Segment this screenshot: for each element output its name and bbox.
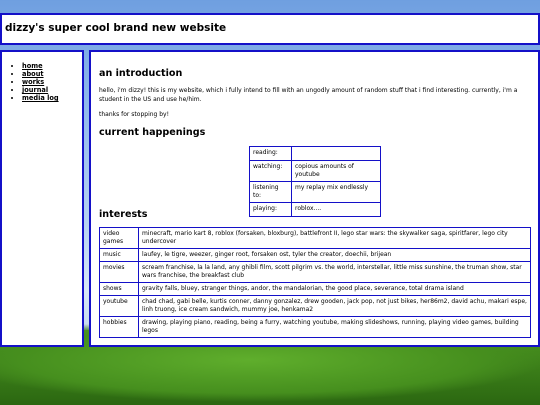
nav-item-works: works — [22, 78, 59, 86]
current-value-listening: my replay mix endlessly — [291, 181, 381, 203]
current-key-reading: reading: — [249, 146, 292, 161]
interest-items: drawing, playing piano, reading, being a… — [138, 316, 531, 338]
table-row: reading: — [249, 146, 381, 161]
table-row: movies scream franchise, la la land, any… — [99, 261, 531, 283]
interest-category: video games — [99, 227, 139, 249]
nav-item-media-log: media log — [22, 94, 59, 102]
interest-category: music — [99, 248, 139, 262]
table-row: video games minecraft, mario kart 8, rob… — [99, 227, 531, 249]
intro-heading: an introduction — [99, 68, 183, 79]
interest-items: gravity falls, bluey, stranger things, a… — [138, 282, 531, 296]
interest-items: minecraft, mario kart 8, roblox (forsake… — [138, 227, 531, 249]
table-row: music laufey, le tigre, weezer, ginger r… — [99, 248, 531, 262]
current-happenings-table: reading: watching: copious amounts of yo… — [249, 146, 381, 217]
site-title: dizzy's super cool brand new website — [5, 22, 227, 34]
current-value-reading — [291, 146, 381, 161]
nav-link-journal[interactable]: journal — [22, 86, 48, 94]
site-header: dizzy's super cool brand new website — [0, 13, 540, 45]
intro-thanks: thanks for stopping by! — [99, 111, 170, 118]
sidebar: home about works journal media log — [0, 50, 84, 347]
interest-items: laufey, le tigre, weezer, ginger root, f… — [138, 248, 531, 262]
nav-item-home: home — [22, 62, 59, 70]
interest-category: hobbies — [99, 316, 139, 338]
nav-item-about: about — [22, 70, 59, 78]
table-row: listening to: my replay mix endlessly — [249, 181, 381, 203]
interests-table: video games minecraft, mario kart 8, rob… — [99, 227, 531, 338]
interest-category: movies — [99, 261, 139, 283]
nav-item-journal: journal — [22, 86, 59, 94]
current-key-listening: listening to: — [249, 181, 292, 203]
table-row: playing: roblox.... — [249, 202, 381, 217]
current-key-watching: watching: — [249, 160, 292, 182]
nav-list: home about works journal media log — [2, 62, 59, 102]
interest-items: scream franchise, la la land, any ghibli… — [138, 261, 531, 283]
interests-heading: interests — [99, 209, 148, 220]
nav-link-works[interactable]: works — [22, 78, 44, 86]
table-row: watching: copious amounts of youtube — [249, 160, 381, 182]
table-row: shows gravity falls, bluey, stranger thi… — [99, 282, 531, 296]
current-value-playing: roblox.... — [291, 202, 381, 217]
nav-link-home[interactable]: home — [22, 62, 43, 70]
table-row: hobbies drawing, playing piano, reading,… — [99, 316, 531, 338]
nav-link-media-log[interactable]: media log — [22, 94, 59, 102]
current-value-watching: copious amounts of youtube — [291, 160, 381, 182]
interest-items: chad chad, gabi belle, kurtis conner, da… — [138, 295, 531, 317]
main-content: an introduction hello, i'm dizzy! this i… — [89, 50, 540, 347]
intro-paragraph: hello, i'm dizzy! this is my website, wh… — [99, 87, 518, 103]
nav-link-about[interactable]: about — [22, 70, 44, 78]
current-heading: current happenings — [99, 127, 206, 138]
interest-category: youtube — [99, 295, 139, 317]
current-key-playing: playing: — [249, 202, 292, 217]
table-row: youtube chad chad, gabi belle, kurtis co… — [99, 295, 531, 317]
interest-category: shows — [99, 282, 139, 296]
